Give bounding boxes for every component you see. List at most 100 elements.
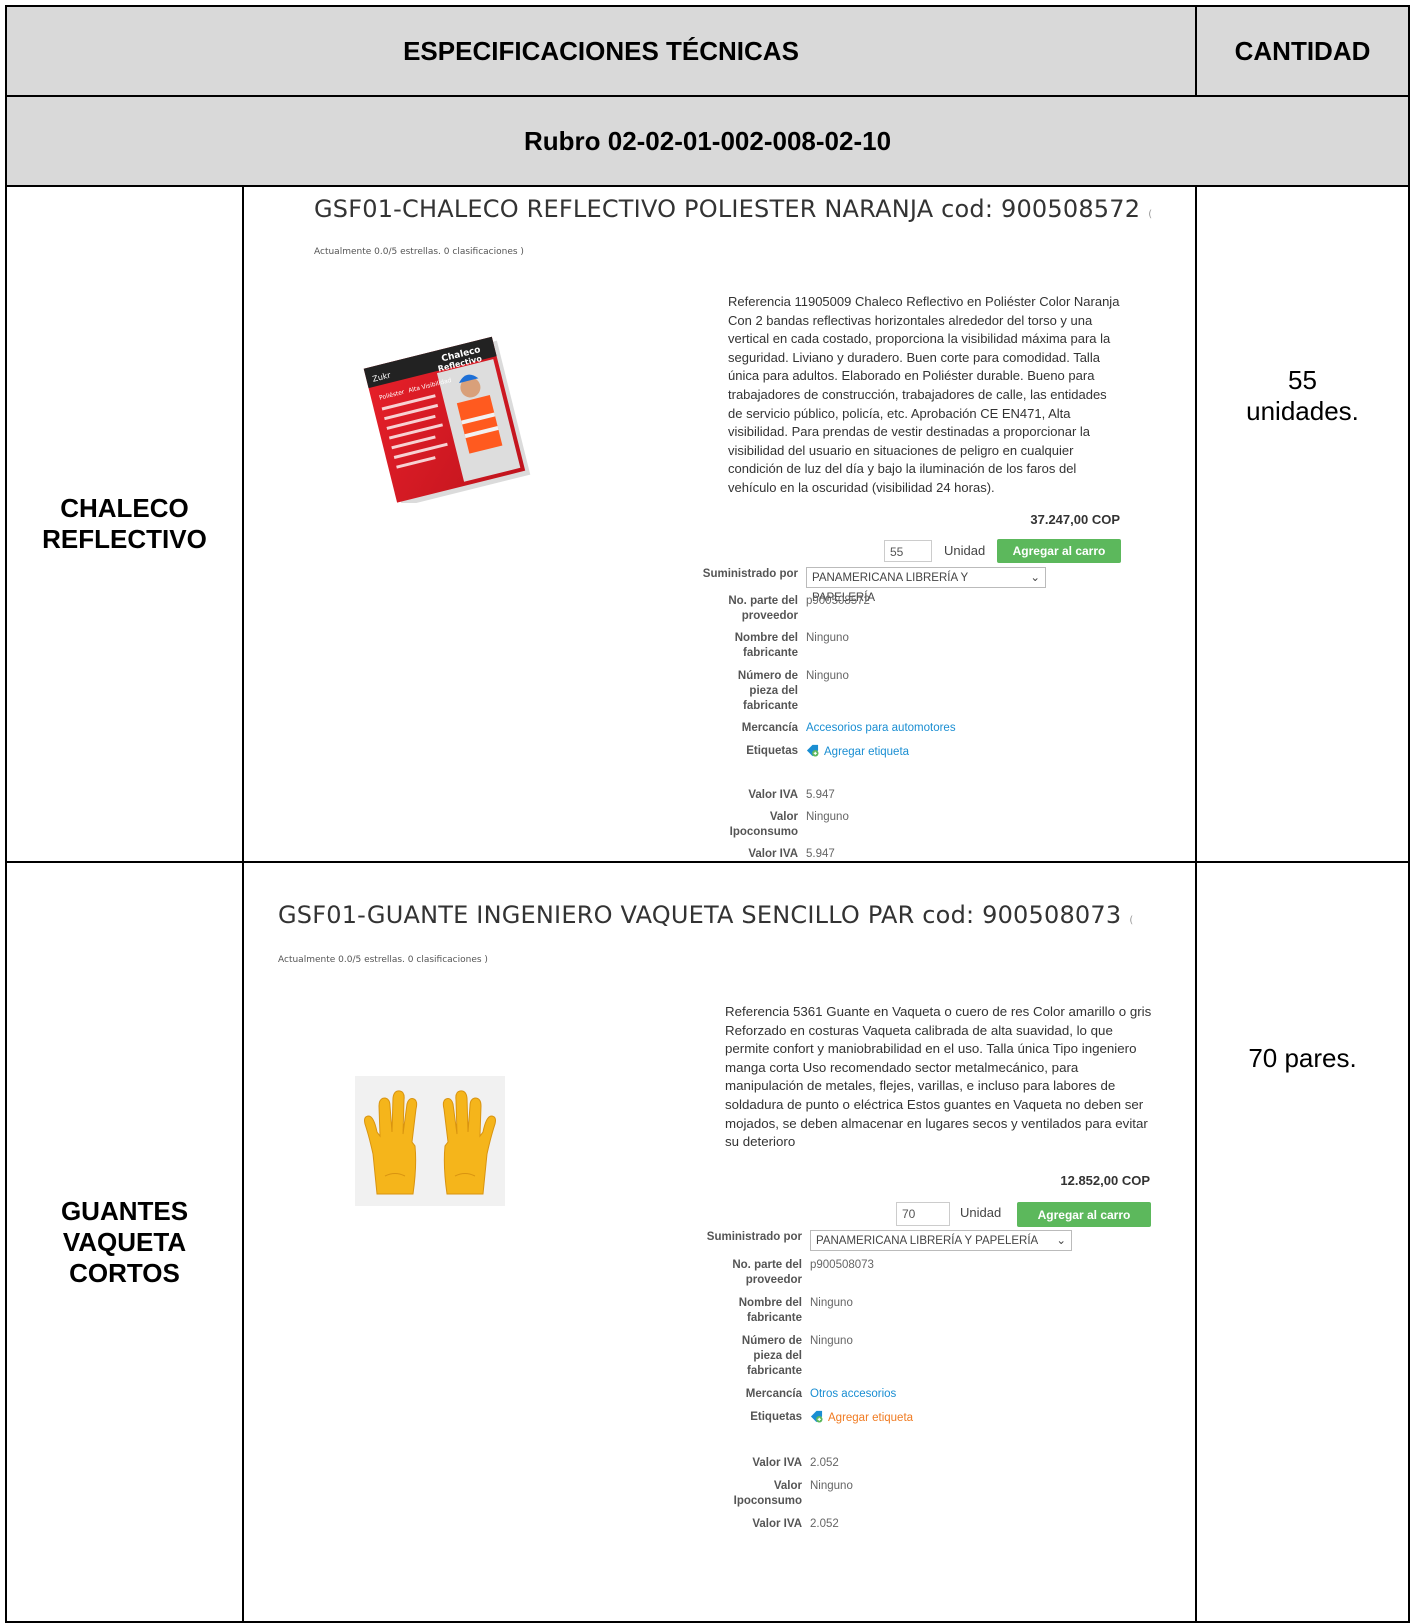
quantity-vest: 55 unidades.	[1195, 185, 1411, 863]
rating-text: Actualmente 0.0/5 estrellas. 0 clasifica…	[314, 247, 524, 257]
document-page: ESPECIFICACIONES TÉCNICAS CANTIDAD Rubro…	[0, 0, 1411, 1623]
ipoconsumo-label: Valor Ipoconsumo	[682, 1479, 810, 1509]
product-title: GSF01-GUANTE INGENIERO VAQUETA SENCILLO …	[278, 901, 1133, 929]
part-number-value: p900508073	[810, 1259, 874, 1271]
item-name-line: CORTOS	[69, 1257, 180, 1288]
supplier-select[interactable]: PANAMERICANA LIBRERÍA Y PAPELERÍA ⌄	[806, 567, 1046, 604]
add-tag-text: Agregar etiqueta	[828, 1412, 914, 1424]
supplier-label: Suministrado por	[706, 1231, 802, 1243]
piece-label-line: fabricante	[747, 1365, 802, 1377]
tag-icon	[810, 1410, 823, 1423]
ipoconsumo-label-line: Ipoconsumo	[733, 1495, 802, 1507]
rubro-row: Rubro 02-02-01-002-008-02-10	[4, 95, 1411, 187]
iva-label-2: Valor IVA	[752, 1518, 802, 1530]
title-suffix: (	[1129, 915, 1134, 926]
ipoconsumo-value: Ninguno	[810, 1480, 853, 1492]
add-tag-text: Agregar etiqueta	[824, 746, 910, 758]
piece-label-line: pieza del	[749, 685, 798, 697]
iva-value-2: 2.052	[810, 1518, 839, 1530]
maker-label: Nombre del fabricante	[682, 1296, 810, 1326]
part-number-label: No. parte del proveedor	[728, 595, 798, 622]
tags-label: Etiquetas	[750, 1411, 802, 1423]
item-name-line: REFLECTIVO	[42, 524, 207, 554]
add-to-cart-button[interactable]: Agregar al carro	[997, 539, 1121, 563]
product-title-text: GSF01-CHALECO REFLECTIVO POLIESTER NARAN…	[314, 195, 1141, 223]
add-to-cart-button[interactable]: Agregar al carro	[1017, 1202, 1151, 1227]
merchandise-link[interactable]: Otros accesorios	[810, 1387, 896, 1402]
ipoconsumo-label-line: Valor	[773, 1480, 802, 1492]
title-suffix: (	[1148, 209, 1153, 220]
unit-label: Unidad	[960, 1205, 1002, 1220]
vest-image-svg: Zukr Chaleco Reflectivo Poliéster Alta V…	[363, 336, 531, 507]
part-number-value: p900508572	[806, 595, 870, 607]
item-name-line: CHALECO	[60, 493, 189, 523]
rating-text: Actualmente 0.0/5 estrellas. 0 clasifica…	[278, 955, 488, 965]
ipoconsumo-value: Ninguno	[806, 811, 849, 823]
iva-label: Valor IVA	[748, 789, 798, 801]
item-name-gloves: GUANTES VAQUETA CORTOS	[5, 861, 244, 1623]
piece-label-line: Número de	[737, 670, 798, 682]
chevron-down-icon: ⌄	[1056, 1235, 1066, 1247]
supplier-select[interactable]: PANAMERICANA LIBRERÍA Y PAPELERÍA ⌄	[810, 1230, 1072, 1251]
supplier-value: PANAMERICANA LIBRERÍA Y PAPELERÍA	[812, 572, 968, 604]
iva-value: 2.052	[810, 1457, 839, 1469]
piece-value: Ninguno	[806, 670, 849, 682]
product-price: 12.852,00 COP	[1060, 1173, 1150, 1188]
vest-product-image: Zukr Chaleco Reflectivo Poliéster Alta V…	[356, 333, 531, 507]
merchandise-label: Mercancía	[741, 722, 798, 734]
part-number-label: No. parte del proveedor	[732, 1259, 802, 1286]
product-description: Referencia 5361 Guante en Vaqueta o cuer…	[725, 1004, 1152, 1150]
maker-value: Ninguno	[810, 1297, 853, 1309]
tag-icon	[806, 744, 819, 757]
maker-label-line: fabricante	[743, 647, 798, 659]
merchandise-label: Mercancía	[745, 1388, 802, 1400]
maker-value: Ninguno	[806, 632, 849, 644]
gloves-image-svg	[364, 1090, 496, 1195]
ipoconsumo-label: Valor Ipoconsumo	[678, 810, 806, 840]
ipoconsumo-label-line: Valor	[769, 811, 798, 823]
unit-label: Unidad	[944, 543, 986, 558]
quantity-line: unidades.	[1246, 396, 1359, 426]
add-tag-link[interactable]: Agregar etiqueta	[810, 1410, 913, 1426]
iva-value: 5.947	[806, 789, 835, 801]
product-properties: Suministrado por PANAMERICANA LIBRERÍA Y…	[678, 567, 1128, 862]
add-tag-link[interactable]: Agregar etiqueta	[806, 744, 909, 760]
ipoconsumo-label-line: Ipoconsumo	[729, 826, 798, 838]
supplier-value: PANAMERICANA LIBRERÍA Y PAPELERÍA	[816, 1235, 1039, 1247]
quantity-gloves: 70 pares.	[1195, 861, 1411, 1623]
quantity-input[interactable]: 70	[896, 1202, 950, 1226]
quantity-line: 55	[1288, 365, 1317, 395]
quantity-header: CANTIDAD	[1195, 5, 1411, 97]
item-name-vest: CHALECO REFLECTIVO	[5, 185, 244, 863]
piece-label-line: pieza del	[753, 1350, 802, 1362]
product-title: GSF01-CHALECO REFLECTIVO POLIESTER NARAN…	[314, 195, 1152, 223]
piece-label-line: Número de	[741, 1335, 802, 1347]
product-price: 37.247,00 COP	[1030, 512, 1120, 527]
item-name-line: GUANTES	[60, 1195, 189, 1226]
maker-label-line: Nombre del	[738, 1297, 802, 1309]
iva-label: Valor IVA	[752, 1457, 802, 1469]
piece-value: Ninguno	[810, 1335, 853, 1347]
maker-label-line: Nombre del	[734, 632, 798, 644]
maker-label-line: fabricante	[747, 1312, 802, 1324]
piece-label: Número de pieza del fabricante	[678, 669, 806, 714]
product-properties: Suministrado por PANAMERICANA LIBRERÍA Y…	[682, 1230, 1142, 1532]
chevron-down-icon: ⌄	[1030, 572, 1040, 584]
product-card-vest: GSF01-CHALECO REFLECTIVO POLIESTER NARAN…	[241, 185, 1198, 863]
iva-label-2: Valor IVA	[748, 848, 798, 860]
piece-label: Número de pieza del fabricante	[682, 1334, 810, 1379]
maker-label: Nombre del fabricante	[678, 631, 806, 661]
iva-value-2: 5.947	[806, 848, 835, 860]
product-title-text: GSF01-GUANTE INGENIERO VAQUETA SENCILLO …	[278, 901, 1122, 929]
quantity-input[interactable]: 55	[884, 540, 932, 562]
spec-header: ESPECIFICACIONES TÉCNICAS	[4, 5, 1198, 97]
product-card-gloves: GSF01-GUANTE INGENIERO VAQUETA SENCILLO …	[241, 861, 1198, 1623]
item-name-line: VAQUETA	[62, 1226, 187, 1257]
tags-label: Etiquetas	[746, 745, 798, 757]
piece-label-line: fabricante	[743, 700, 798, 712]
quantity-line: 70 pares.	[1248, 1043, 1357, 1073]
gloves-product-image	[355, 1076, 505, 1206]
merchandise-link[interactable]: Accesorios para automotores	[806, 721, 956, 736]
supplier-label: Suministrado por	[702, 568, 798, 580]
spec-table: ESPECIFICACIONES TÉCNICAS CANTIDAD Rubro…	[4, 5, 1411, 1623]
